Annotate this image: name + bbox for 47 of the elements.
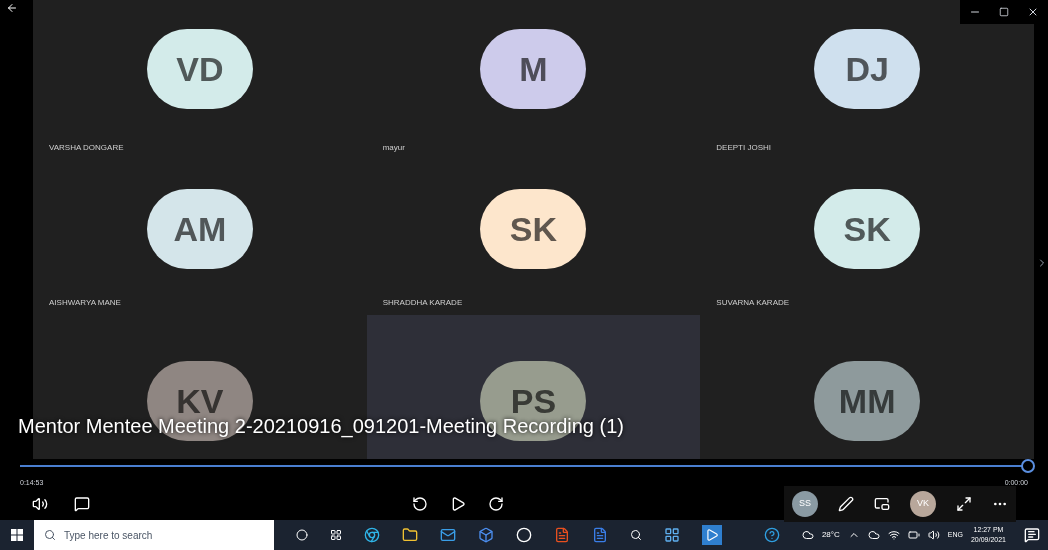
participant-name: AISHWARYA MANE bbox=[49, 297, 121, 309]
help-icon[interactable] bbox=[763, 527, 780, 543]
participant-name: SHRADDHA KARADE bbox=[382, 297, 463, 309]
close-icon[interactable] bbox=[1027, 6, 1039, 18]
cortana-icon[interactable] bbox=[296, 529, 308, 541]
office-icon[interactable] bbox=[554, 527, 570, 543]
folder-icon[interactable] bbox=[402, 527, 418, 543]
magnifier-icon[interactable] bbox=[630, 529, 642, 541]
back-icon[interactable] bbox=[6, 2, 18, 14]
windows-logo-icon[interactable] bbox=[11, 529, 23, 541]
media-player-icon[interactable] bbox=[702, 525, 722, 545]
avatar: SK bbox=[814, 189, 921, 269]
participant-name: mayur bbox=[382, 142, 405, 154]
mail-icon[interactable] bbox=[440, 527, 456, 543]
box-icon[interactable] bbox=[478, 527, 494, 543]
pen-icon[interactable] bbox=[838, 495, 854, 512]
avatar: SK bbox=[480, 189, 587, 269]
app-icon[interactable] bbox=[516, 527, 532, 543]
photos-icon[interactable] bbox=[664, 527, 680, 543]
forward-icon[interactable] bbox=[488, 495, 504, 512]
weather-icon[interactable] bbox=[801, 529, 814, 541]
mini-player-icon[interactable] bbox=[874, 495, 890, 512]
search-icon bbox=[44, 529, 56, 541]
captions-icon[interactable] bbox=[74, 495, 90, 512]
play-icon[interactable] bbox=[450, 495, 466, 512]
browser-icon[interactable] bbox=[364, 527, 380, 543]
participant-name: VARSHA DONGARE bbox=[49, 142, 124, 154]
participant-name: SUVARNA KARADE bbox=[716, 297, 790, 309]
cloud-icon[interactable] bbox=[867, 529, 880, 541]
maximize-icon[interactable] bbox=[999, 7, 1009, 17]
weather-text[interactable]: 28°C bbox=[821, 529, 840, 541]
avatar: AM bbox=[146, 189, 253, 269]
avatar: DJ bbox=[814, 29, 921, 109]
avatar: VD bbox=[146, 29, 253, 109]
notifications-icon[interactable] bbox=[1024, 527, 1040, 543]
expand-icon[interactable] bbox=[956, 495, 972, 512]
battery-icon[interactable] bbox=[907, 529, 920, 541]
document-icon[interactable] bbox=[592, 527, 608, 543]
avatar: M bbox=[480, 29, 587, 109]
network-icon[interactable] bbox=[887, 529, 900, 541]
rewind-icon[interactable] bbox=[412, 495, 428, 512]
participant-name: DEEPTI JOSHI bbox=[716, 142, 771, 154]
speaker-icon[interactable] bbox=[927, 529, 940, 541]
volume-icon[interactable] bbox=[32, 495, 48, 512]
task-view-icon[interactable] bbox=[330, 529, 342, 541]
search-field[interactable]: Type here to search bbox=[34, 520, 274, 550]
avatar: MM bbox=[814, 361, 921, 441]
